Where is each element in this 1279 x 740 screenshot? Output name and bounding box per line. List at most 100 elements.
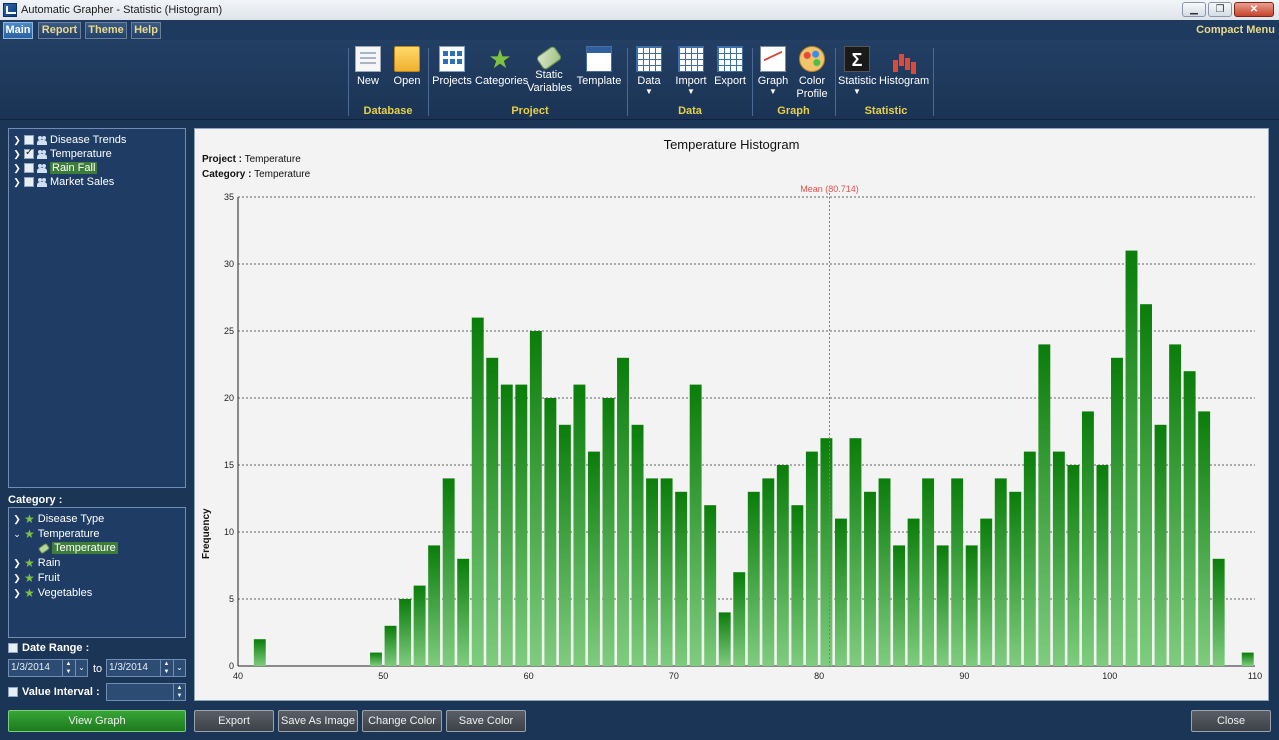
graph-button[interactable]: Graph ▼ [757, 46, 789, 96]
star-icon: ★ [24, 556, 35, 570]
date-range-checkbox[interactable] [8, 643, 18, 653]
histogram-bar [718, 612, 731, 666]
histogram-bar [936, 545, 949, 666]
value-interval-spinner[interactable]: ▲ ▼ [173, 684, 185, 700]
change-color-button[interactable]: Change Color [362, 710, 442, 732]
tree-item-temperature[interactable]: ❯ Temperature [13, 147, 112, 161]
static-variables-button[interactable]: Static Variables [527, 45, 572, 95]
value-interval-option[interactable]: Value Interval : [8, 685, 100, 699]
sigma-icon: Σ [844, 46, 870, 72]
export-button[interactable]: Export [194, 710, 274, 732]
projects-button[interactable]: Projects [432, 46, 472, 88]
category-item-disease-type[interactable]: ❯ ★ Disease Type [13, 512, 104, 526]
menu-help[interactable]: Help [131, 22, 161, 39]
menu-bar: Main Report Theme Help [0, 20, 1279, 40]
x-tick-label: 60 [524, 671, 534, 681]
project-checkbox[interactable] [24, 135, 34, 145]
chevron-down-icon[interactable]: ⌄ [13, 529, 21, 540]
view-graph-button[interactable]: View Graph [8, 710, 186, 732]
window-title: Automatic Grapher - Statistic (Histogram… [21, 4, 223, 16]
save-color-button[interactable]: Save Color [446, 710, 526, 732]
histogram-bar [834, 518, 847, 666]
project-checkbox[interactable] [24, 147, 34, 159]
statistic-button[interactable]: Σ Statistic ▼ [838, 46, 877, 96]
histogram-bar [849, 438, 862, 666]
star-icon: ★ [488, 44, 512, 74]
template-button[interactable]: Template [576, 46, 622, 88]
minimize-button[interactable]: ▁ [1182, 2, 1206, 17]
chevron-right-icon[interactable]: ❯ [13, 588, 21, 599]
star-icon: ★ [24, 527, 35, 541]
value-interval-field[interactable]: ▲ ▼ [106, 683, 186, 701]
chevron-down-icon: ▼ [769, 87, 777, 96]
histogram-bar [558, 424, 571, 666]
open-button-label: Open [393, 75, 421, 87]
chevron-right-icon[interactable]: ❯ [13, 573, 21, 584]
save-as-image-button[interactable]: Save As Image [278, 710, 358, 732]
category-item-temperature[interactable]: ⌄ ★ Temperature [13, 527, 99, 541]
mean-label: Mean (80.714) [800, 184, 859, 194]
menu-main[interactable]: Main [3, 22, 33, 39]
date-to-spinner[interactable]: ▲ ▼ [160, 660, 172, 676]
data-button[interactable]: Data ▼ [633, 46, 665, 96]
chevron-down-icon[interactable]: ⌄ [75, 660, 87, 676]
y-tick-label: 0 [229, 661, 234, 671]
project-checkbox[interactable] [24, 163, 34, 173]
date-from-spinner[interactable]: ▲ ▼ [62, 660, 74, 676]
histogram-bar [1052, 451, 1065, 666]
color-profile-button[interactable]: Color Profile [794, 46, 830, 101]
date-range-option[interactable]: Date Range : [8, 641, 89, 655]
chevron-right-icon[interactable]: ❯ [13, 149, 21, 160]
histogram-bar [776, 465, 789, 666]
histogram-button[interactable]: Histogram [879, 46, 929, 88]
y-tick-label: 10 [224, 527, 234, 537]
tree-item-disease-trends[interactable]: ❯ Disease Trends [13, 133, 126, 147]
new-button[interactable]: New [352, 46, 384, 88]
category-item-fruit[interactable]: ❯ ★ Fruit [13, 571, 60, 585]
menu-report[interactable]: Report [38, 22, 81, 39]
histogram-bar [1111, 357, 1123, 666]
chevron-right-icon[interactable]: ❯ [13, 558, 21, 569]
chevron-right-icon[interactable]: ❯ [13, 514, 21, 525]
histogram-bar [544, 398, 557, 666]
category-item-rain[interactable]: ❯ ★ Rain [13, 556, 60, 570]
chevron-down-icon[interactable]: ⌄ [173, 660, 185, 676]
y-tick-label: 20 [224, 393, 234, 403]
category-item-vegetables[interactable]: ❯ ★ Vegetables [13, 586, 92, 600]
tree-item-rain-fall[interactable]: ❯ Rain Fall [13, 161, 98, 175]
static-variables-label-1: Static [535, 69, 563, 81]
date-to-field[interactable]: 1/3/2014 ▲ ▼ ⌄ [106, 659, 186, 677]
close-window-button[interactable]: ✕ [1234, 2, 1274, 17]
close-button[interactable]: Close [1191, 710, 1271, 732]
histogram-bar [1009, 491, 1022, 666]
categories-button[interactable]: ★ Categories [475, 44, 528, 88]
app-logo-icon [3, 3, 17, 17]
y-tick-label: 25 [224, 326, 234, 336]
histogram-bar [399, 599, 412, 666]
ribbon-separator [752, 48, 753, 116]
histogram-bar [1169, 344, 1182, 666]
category-tree-panel: ❯ ★ Disease Type ⌄ ★ Temperature Tempera… [8, 507, 186, 638]
tree-item-market-sales[interactable]: ❯ Market Sales [13, 175, 114, 189]
histogram-bar [1154, 424, 1167, 666]
category-subitem-temperature[interactable]: Temperature [37, 541, 118, 555]
value-interval-checkbox[interactable] [8, 687, 18, 697]
projects-tree-panel: ❯ Disease Trends ❯ Temperature ❯ Rain Fa… [8, 128, 186, 488]
maximize-button[interactable]: ❐ [1208, 2, 1232, 17]
export-ribbon-button[interactable]: Export [713, 46, 747, 88]
date-from-field[interactable]: 1/3/2014 ▲ ▼ ⌄ [8, 659, 88, 677]
import-button[interactable]: Import ▼ [673, 46, 709, 96]
project-checkbox[interactable] [24, 177, 34, 187]
compact-menu-link[interactable]: Compact Menu [1196, 24, 1275, 36]
open-button[interactable]: Open [390, 46, 424, 88]
tag-icon [535, 45, 563, 71]
chevron-right-icon[interactable]: ❯ [13, 177, 21, 188]
histogram-bar [384, 625, 397, 666]
histogram-bar [1023, 451, 1036, 666]
menu-theme[interactable]: Theme [85, 22, 127, 39]
histogram-bar [1241, 652, 1254, 666]
tag-icon [37, 542, 51, 554]
chevron-right-icon[interactable]: ❯ [13, 163, 21, 174]
chevron-right-icon[interactable]: ❯ [13, 135, 21, 146]
tree-item-label: Market Sales [50, 176, 115, 188]
